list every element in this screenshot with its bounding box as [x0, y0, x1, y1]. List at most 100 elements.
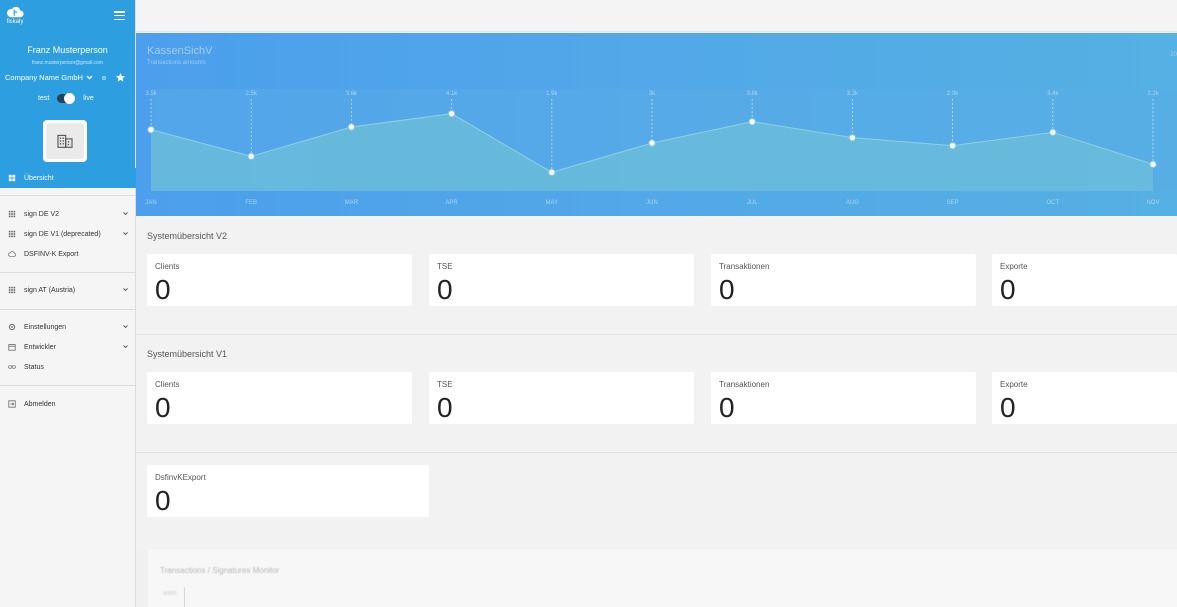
environment-switch[interactable]: [57, 93, 76, 104]
chart-data-label: 3.5k: [145, 91, 157, 97]
sidebar-item-label: Abmelden: [24, 400, 56, 408]
section-systemuebersicht-v2: Systemübersicht V2 Clients 0 TSE 0 Trans…: [136, 216, 1177, 334]
sidebar-item-uebersicht[interactable]: Übersicht: [0, 168, 136, 188]
kassensichv-chart: KassenSichV Transactions amounts 20 3.5k…: [136, 33, 1177, 216]
menu-toggle-icon[interactable]: [114, 11, 125, 21]
chart-data-label: 3.4k: [1047, 91, 1059, 97]
stat-value: 0: [437, 274, 453, 305]
chevron-down-icon: [86, 75, 93, 80]
chart-x-tick-label: JAN: [145, 200, 156, 206]
stat-card-tse[interactable]: TSE 0: [429, 372, 694, 424]
chart-x-tick-label: JUN: [646, 200, 658, 206]
monitor-y-axis: [184, 587, 185, 607]
sidebar-item-abmelden[interactable]: Abmelden: [0, 394, 136, 414]
chart-point: [347, 123, 356, 131]
grid-icon: [8, 210, 16, 218]
stat-label: Exporte: [1000, 262, 1028, 271]
stat-card-transaktionen[interactable]: Transaktionen 0: [711, 372, 976, 424]
chart-x-tick-label: JUL: [747, 200, 758, 206]
sidebar-item-label: Entwickler: [24, 343, 56, 351]
link-icon: [8, 365, 16, 369]
grid-icon: [8, 286, 16, 294]
chart-data-label: 3.8k: [747, 91, 759, 97]
company-selector[interactable]: Company Name GmbH: [5, 72, 126, 83]
stat-label: Transaktionen: [719, 262, 770, 271]
chart-x-tick-label: NOV: [1146, 200, 1159, 206]
sidebar-header: fiskaly Franz Musterperson franz.musterp…: [0, 0, 135, 168]
sidebar-item-label: Einstellungen: [24, 323, 67, 331]
grid-icon: [8, 230, 16, 238]
company-avatar[interactable]: [43, 120, 87, 162]
chart-point: [948, 141, 957, 150]
sidebar-item-sign-de-v1[interactable]: sign DE V1 (deprecated): [0, 224, 136, 244]
section-dsfinvk: DsfinvKExport 0: [136, 453, 1177, 549]
logout-icon: [8, 400, 16, 408]
stat-label: Exporte: [1000, 380, 1028, 389]
sidebar-item-dsfinvk-export[interactable]: DSFINV-K Export: [0, 244, 136, 264]
company-name: Company Name GmbH: [5, 73, 83, 82]
stat-card-exporte[interactable]: Exporte 0: [992, 254, 1177, 306]
chart-point: [447, 109, 456, 118]
cloud-icon: [8, 251, 16, 257]
sidebar-item-label: sign DE V1 (deprecated): [24, 230, 101, 238]
calendar-icon: [8, 344, 16, 351]
chart-point: [1049, 128, 1057, 137]
chart-data-label: 3k: [649, 91, 656, 97]
chevron-down-icon: [123, 288, 128, 292]
stat-card-exporte[interactable]: Exporte 0: [992, 372, 1177, 424]
env-live-label: live: [83, 95, 94, 102]
stat-card-dsfinvk-export[interactable]: DsfinvKExport 0: [147, 465, 429, 517]
stat-value: 0: [719, 274, 735, 305]
sidebar-item-sign-at[interactable]: sign AT (Austria): [0, 280, 136, 300]
chevron-down-icon: [123, 325, 128, 329]
environment-toggle: test live: [38, 93, 94, 104]
chevron-down-icon: [123, 212, 128, 216]
stat-card-tse[interactable]: TSE 0: [429, 254, 694, 306]
stat-label: TSE: [437, 380, 453, 389]
sidebar-item-label: DSFINV-K Export: [24, 250, 79, 258]
cloud-logo-icon: [7, 6, 24, 18]
sidebar-item-label: sign AT (Austria): [24, 286, 76, 294]
chart-data-label: 2.2k: [1147, 91, 1159, 97]
favorite-star-icon[interactable]: [115, 72, 126, 83]
stat-value: 0: [719, 392, 735, 423]
chart-point: [548, 168, 556, 177]
chart-point: [247, 152, 255, 161]
chevron-down-icon: [123, 232, 128, 236]
chart-data-label: 2.9k: [947, 91, 959, 97]
building-icon: [57, 134, 73, 148]
stat-value: 0: [155, 274, 171, 305]
user-name: Franz Musterperson: [27, 45, 108, 55]
chart-x-tick-label: MAY: [546, 200, 559, 206]
sidebar-item-einstellungen[interactable]: Einstellungen: [0, 317, 136, 337]
stat-card-transaktionen[interactable]: Transaktionen 0: [711, 254, 976, 306]
stat-label: TSE: [437, 262, 453, 271]
stat-value: 0: [437, 392, 453, 423]
chart-x-tick-label: OCT: [1046, 200, 1059, 206]
top-bar: [136, 0, 1177, 32]
chevron-down-icon: [123, 345, 128, 349]
chart-point: [748, 117, 756, 126]
chart-x-tick-label: APR: [445, 200, 458, 206]
chart-data-label: 2.5k: [246, 91, 258, 97]
chart-data-label: 3.6k: [346, 91, 358, 97]
stat-value: 0: [1000, 274, 1016, 305]
settings-gear-icon[interactable]: [101, 75, 107, 81]
sidebar-item-label: Status: [24, 363, 44, 371]
chart-point: [147, 125, 155, 134]
monitor-y-tick: 5000: [163, 591, 177, 597]
chart-data-label: 4.1k: [446, 91, 458, 97]
sidebar-item-label: Übersicht: [24, 174, 54, 182]
fiskaly-logo[interactable]: fiskaly: [4, 6, 26, 25]
user-email: franz.musterperson@gmail.com: [32, 60, 103, 66]
stat-label: DsfinvKExport: [155, 473, 206, 482]
stat-card-clients[interactable]: Clients 0: [147, 254, 412, 306]
sidebar-item-sign-de-v2[interactable]: sign DE V2: [0, 204, 136, 224]
sidebar-item-status[interactable]: Status: [0, 357, 136, 377]
stat-card-clients[interactable]: Clients 0: [147, 372, 412, 424]
stat-value: 0: [1000, 392, 1016, 423]
sidebar-item-entwickler[interactable]: Entwickler: [0, 337, 136, 357]
chart-point: [1149, 160, 1157, 169]
chart-x-tick-label: AUG: [846, 200, 859, 206]
section-systemuebersicht-v1: Systemübersicht V1 Clients 0 TSE 0 Trans…: [136, 335, 1177, 452]
